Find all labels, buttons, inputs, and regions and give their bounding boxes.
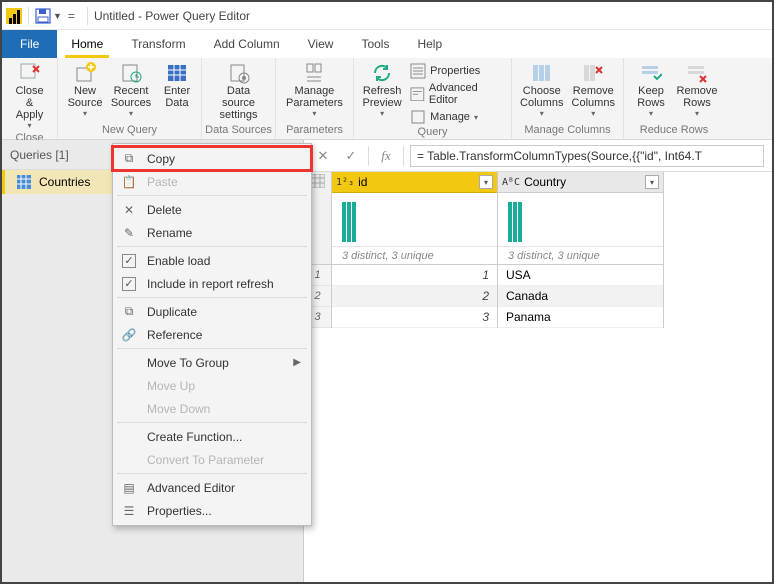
cell[interactable]: USA xyxy=(498,265,663,286)
column-profile-country xyxy=(498,193,663,247)
ctx-create-function[interactable]: Create Function... xyxy=(113,425,311,448)
manage-query-button[interactable]: Manage▾ xyxy=(408,108,505,126)
ctx-convert-parameter: Convert To Parameter xyxy=(113,448,311,471)
ctx-delete[interactable]: ✕Delete xyxy=(113,198,311,221)
titlebar: ▼ = Untitled - Power Query Editor xyxy=(2,2,772,30)
menu-file[interactable]: File xyxy=(2,30,57,58)
ctx-duplicate[interactable]: ⧉Duplicate xyxy=(113,300,311,323)
powerbi-icon xyxy=(6,8,22,24)
ctx-enable-load[interactable]: ✓Enable load xyxy=(113,249,311,272)
ctx-rename[interactable]: ✎Rename xyxy=(113,221,311,244)
qat-dropdown[interactable]: ▼ xyxy=(53,11,62,21)
ribbon: Close &Apply▾ Close NewSource▾ RecentSou… xyxy=(2,58,772,140)
cancel-formula-button[interactable]: ✕ xyxy=(312,145,334,167)
ctx-move-up: Move Up xyxy=(113,374,311,397)
ctx-move-down: Move Down xyxy=(113,397,311,420)
advanced-editor-button[interactable]: Advanced Editor xyxy=(408,81,505,107)
menu-view[interactable]: View xyxy=(294,30,348,58)
fx-button[interactable]: fx xyxy=(375,145,397,167)
paste-icon: 📋 xyxy=(121,174,137,190)
reference-icon: 🔗 xyxy=(121,327,137,343)
cell[interactable]: 1 xyxy=(332,265,497,286)
menu-transform[interactable]: Transform xyxy=(117,30,199,58)
menubar: File Home Transform Add Column View Tool… xyxy=(2,30,772,58)
ctx-copy[interactable]: ⧉Copy xyxy=(113,147,311,170)
duplicate-icon: ⧉ xyxy=(121,304,137,320)
table-icon xyxy=(17,175,31,189)
properties-button[interactable]: Properties xyxy=(408,62,505,80)
column-profile-id xyxy=(332,193,497,247)
menu-tools[interactable]: Tools xyxy=(347,30,403,58)
manage-parameters-button[interactable]: ManageParameters▾ xyxy=(282,60,347,120)
ctx-reference[interactable]: 🔗Reference xyxy=(113,323,311,346)
cell[interactable]: 3 xyxy=(332,307,497,328)
query-item-label: Countries xyxy=(39,175,90,189)
recent-sources-button[interactable]: RecentSources▾ xyxy=(110,60,152,120)
choose-columns-button[interactable]: ChooseColumns▾ xyxy=(518,60,566,120)
chevron-right-icon: ▶ xyxy=(293,357,301,368)
keep-rows-button[interactable]: KeepRows▾ xyxy=(630,60,672,120)
context-menu: ⧉Copy 📋Paste ✕Delete ✎Rename ✓Enable loa… xyxy=(112,143,312,526)
queries-panel: Queries [1] 〈 Countries ⧉Copy 📋Paste ✕De… xyxy=(2,140,304,582)
cell[interactable]: Panama xyxy=(498,307,663,328)
window-title: Untitled - Power Query Editor xyxy=(94,9,250,23)
rename-icon: ✎ xyxy=(121,225,137,241)
main-area: ✕ ✓ fx = Table.TransformColumnTypes(Sour… xyxy=(304,140,772,582)
datatype-text-icon: AᴮC xyxy=(502,177,520,188)
delete-icon: ✕ xyxy=(121,202,137,218)
check-icon: ✓ xyxy=(121,253,137,269)
cell[interactable]: Canada xyxy=(498,286,663,307)
enter-data-button[interactable]: EnterData xyxy=(156,60,198,111)
column-header-id[interactable]: 1²₃ id ▾ xyxy=(332,172,497,193)
ctx-move-to-group[interactable]: Move To Group▶ xyxy=(113,351,311,374)
formula-input[interactable]: = Table.TransformColumnTypes(Source,{{"i… xyxy=(410,145,764,167)
properties-icon: ☰ xyxy=(121,503,137,519)
copy-icon: ⧉ xyxy=(121,151,137,167)
save-icon[interactable] xyxy=(35,8,51,24)
menu-help[interactable]: Help xyxy=(403,30,456,58)
ctx-properties[interactable]: ☰Properties... xyxy=(113,499,311,522)
ctx-advanced-editor[interactable]: ▤Advanced Editor xyxy=(113,476,311,499)
datatype-int-icon: 1²₃ xyxy=(336,177,354,188)
commit-formula-button[interactable]: ✓ xyxy=(340,145,362,167)
refresh-preview-button[interactable]: RefreshPreview▾ xyxy=(360,60,404,120)
editor-icon: ▤ xyxy=(121,480,137,496)
formula-bar: ✕ ✓ fx = Table.TransformColumnTypes(Sour… xyxy=(304,140,772,172)
filter-dropdown[interactable]: ▾ xyxy=(479,175,493,189)
close-apply-button[interactable]: Close &Apply▾ xyxy=(8,60,51,132)
menu-addcolumn[interactable]: Add Column xyxy=(200,30,294,58)
cell[interactable]: 2 xyxy=(332,286,497,307)
filter-dropdown[interactable]: ▾ xyxy=(645,175,659,189)
ctx-include-refresh[interactable]: ✓Include in report refresh xyxy=(113,272,311,295)
workspace: Queries [1] 〈 Countries ⧉Copy 📋Paste ✕De… xyxy=(2,140,772,582)
data-source-settings-button[interactable]: Data sourcesettings xyxy=(208,60,269,123)
data-grid: 1 2 3 1²₃ id ▾ 3 distinct, 3 unique 1 xyxy=(304,172,772,328)
check-icon: ✓ xyxy=(121,276,137,292)
new-source-button[interactable]: NewSource▾ xyxy=(64,60,106,120)
column-stats-country: 3 distinct, 3 unique xyxy=(498,247,663,265)
ctx-paste: 📋Paste xyxy=(113,170,311,193)
column-stats-id: 3 distinct, 3 unique xyxy=(332,247,497,265)
remove-columns-button[interactable]: RemoveColumns▾ xyxy=(570,60,618,120)
remove-rows-button[interactable]: RemoveRows▾ xyxy=(676,60,718,120)
menu-home[interactable]: Home xyxy=(57,30,117,58)
column-header-country[interactable]: AᴮC Country ▾ xyxy=(498,172,663,193)
